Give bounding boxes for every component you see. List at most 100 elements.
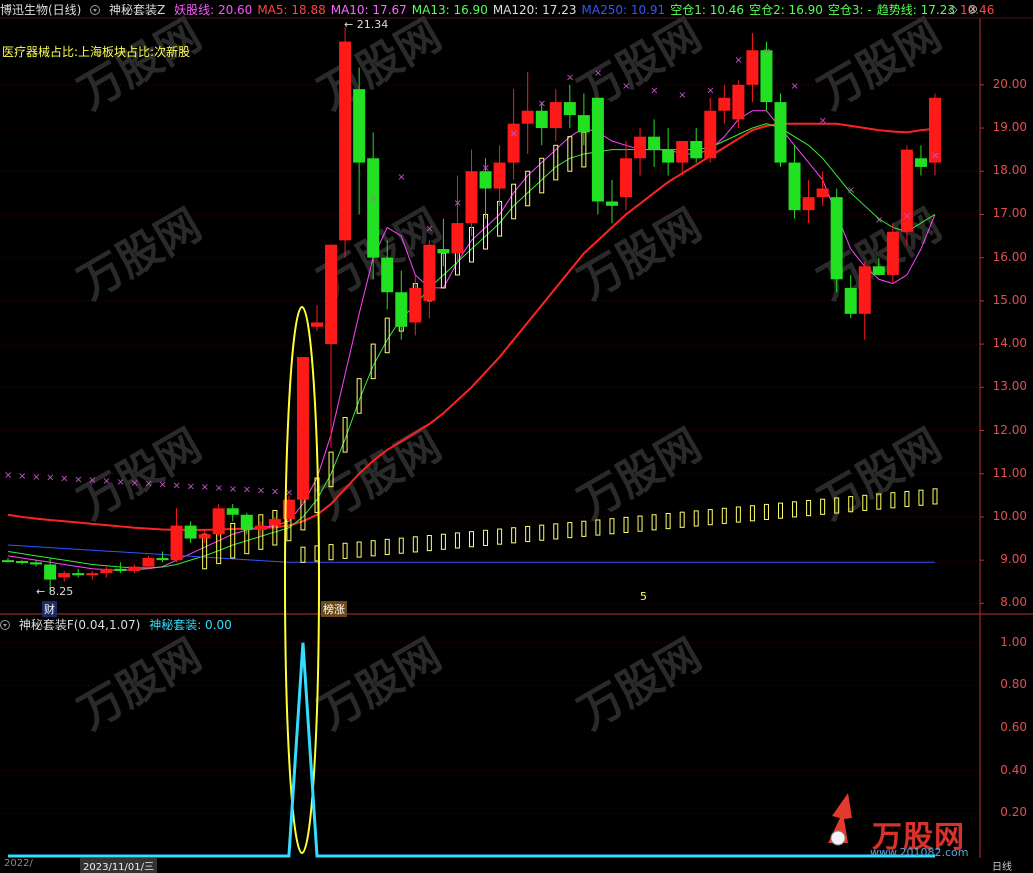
step-bar-low xyxy=(426,535,432,552)
cross-marker: × xyxy=(46,473,54,484)
finance-badge[interactable]: 财 xyxy=(42,601,57,617)
candle-body xyxy=(2,560,14,563)
candle-body xyxy=(240,514,253,530)
candle-body xyxy=(746,50,759,85)
cross-marker: × xyxy=(791,81,799,92)
step-bar-high xyxy=(497,200,503,237)
price-tick-label: 15.00 xyxy=(992,292,1027,307)
kline-chart[interactable]: 万股网 万股网 万股网 万股网万股网 万股网 万股网 万股网万股网 万股网 万股网 万股网万股网万… xyxy=(0,0,1033,868)
cross-marker: × xyxy=(173,480,181,491)
price-tick-label: 9.00 xyxy=(1000,552,1027,567)
step-bar-low xyxy=(370,540,376,557)
cross-marker: × xyxy=(453,198,461,209)
step-bar-low xyxy=(609,518,615,535)
footer-period[interactable]: 日线 xyxy=(992,858,1012,873)
cross-marker: × xyxy=(116,477,124,488)
candle-body xyxy=(198,534,211,539)
candle-body xyxy=(563,102,576,116)
candle-body xyxy=(886,231,899,275)
cross-marker: × xyxy=(369,193,377,204)
step-bar-low xyxy=(932,488,938,505)
indicator-values: 妖股线: 20.60 MA5: 18.88 MA10: 17.67 MA13: 16.… xyxy=(174,3,999,17)
sub-tick-label: 0.20 xyxy=(1000,805,1027,820)
cross-marker: × xyxy=(74,474,82,485)
candle-body xyxy=(30,562,43,565)
price-tick-label: 14.00 xyxy=(992,336,1027,351)
candle-body xyxy=(858,266,871,314)
cross-marker: × xyxy=(482,163,490,174)
step-bar-low xyxy=(806,500,812,517)
candle-body xyxy=(465,171,478,224)
indicator-name[interactable]: 神秘套装Z xyxy=(109,3,165,17)
step-bar-high xyxy=(370,343,376,380)
cross-marker: × xyxy=(594,68,602,79)
cross-marker: × xyxy=(102,476,110,487)
cross-marker: × xyxy=(88,475,96,486)
candle-body xyxy=(254,525,267,530)
sub-tick-label: 1.00 xyxy=(1000,634,1027,649)
count-label: 5 xyxy=(640,590,647,603)
cross-marker: × xyxy=(931,150,939,161)
watermark-url: www.201082.com xyxy=(870,846,969,859)
cross-marker: × xyxy=(622,81,630,92)
step-bar-low xyxy=(342,542,348,559)
candle-body xyxy=(226,508,239,515)
indicator-value: MA120: 17.23 xyxy=(492,3,577,17)
candle-body xyxy=(774,102,787,163)
candle-body xyxy=(844,287,857,314)
price-tick-label: 18.00 xyxy=(992,163,1027,178)
candle-body xyxy=(395,292,408,327)
cross-marker: × xyxy=(650,85,658,96)
cross-marker: × xyxy=(257,486,265,497)
step-bar-low xyxy=(328,544,334,561)
price-tick-label: 10.00 xyxy=(992,508,1027,523)
sub-indicator-name[interactable]: 神秘套装F(0.04,1.07) xyxy=(19,618,141,632)
price-tick-label: 19.00 xyxy=(992,120,1027,135)
main-header: 博迅生物(日线) 神秘套装Z 妖股线: 20.60 MA5: 18.88 MA10:… xyxy=(0,1,1004,19)
watermark-text: 万股网 xyxy=(570,199,710,309)
step-bar-low xyxy=(918,489,924,506)
step-bar-low xyxy=(763,503,769,521)
cross-marker: × xyxy=(875,215,883,226)
candle-body xyxy=(16,561,29,564)
price-tick-label: 8.00 xyxy=(1000,595,1027,610)
step-bar-low xyxy=(412,536,418,553)
step-bar-low xyxy=(904,490,910,508)
step-bar-high xyxy=(567,136,573,172)
footer-date-cursor[interactable]: 2023/11/01/三 xyxy=(80,858,158,873)
candle-body xyxy=(311,322,323,327)
watermark-text: 万股网 xyxy=(810,419,950,529)
candle-body xyxy=(620,158,632,198)
close-icon[interactable]: ⊗ xyxy=(966,2,980,16)
candle-body xyxy=(170,525,183,561)
cross-marker: × xyxy=(847,185,855,196)
dropdown-icon[interactable] xyxy=(90,5,101,15)
sub-tick-label: 0.80 xyxy=(1000,677,1027,692)
cross-marker: × xyxy=(271,486,279,497)
price-tick-label: 20.00 xyxy=(992,76,1027,91)
stock-name[interactable]: 博迅生物(日线) xyxy=(0,3,81,17)
ranking-badge[interactable]: 榜涨 xyxy=(321,601,347,617)
cross-marker: × xyxy=(819,116,827,127)
step-bar-high xyxy=(483,213,489,250)
cross-marker: × xyxy=(159,480,167,491)
step-bar-high xyxy=(384,317,390,354)
candle-body xyxy=(676,140,689,163)
step-bar-low xyxy=(356,541,362,558)
step-bar-low xyxy=(553,523,559,540)
cross-marker: × xyxy=(32,472,40,483)
candle-body xyxy=(325,244,338,345)
candle-body xyxy=(451,223,464,254)
cross-marker: × xyxy=(734,55,742,66)
diamond-icon[interactable]: ◇ xyxy=(946,2,960,16)
step-bar-low xyxy=(693,510,699,527)
dropdown-icon[interactable] xyxy=(0,620,10,630)
step-bar-low xyxy=(539,524,545,541)
step-bar-low xyxy=(398,537,404,554)
candle-body xyxy=(296,357,309,500)
step-bar-low xyxy=(665,512,671,530)
cross-marker: × xyxy=(566,72,574,83)
step-bar-low xyxy=(637,515,643,532)
watermark-text: 万股网 xyxy=(70,629,210,739)
candle-body xyxy=(648,136,661,150)
